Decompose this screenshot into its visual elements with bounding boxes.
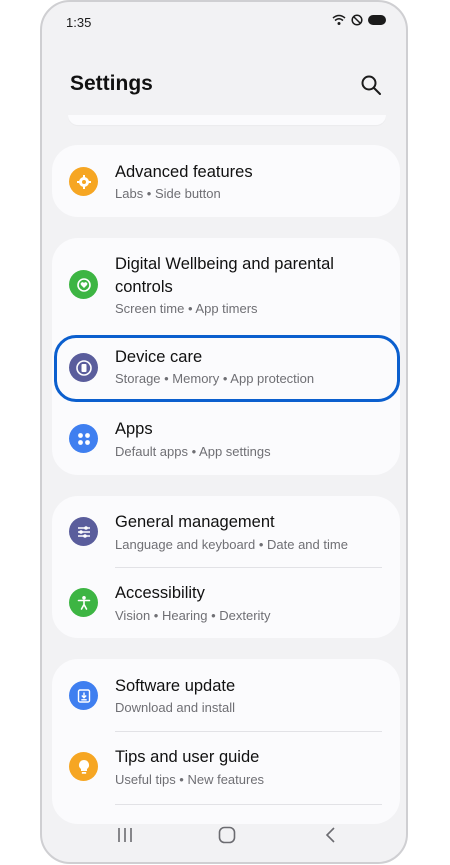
- sliders-icon: [69, 517, 98, 546]
- wifi-icon: [332, 14, 346, 25]
- item-title: Digital Wellbeing and parental controls: [115, 255, 334, 296]
- item-title: Apps: [115, 420, 153, 438]
- settings-item-accessibility[interactable]: Accessibility Vision • Hearing • Dexteri…: [52, 568, 400, 638]
- item-subtitle: Vision • Hearing • Dexterity: [115, 608, 271, 623]
- accessibility-icon: [69, 588, 98, 617]
- settings-item-tips[interactable]: Tips and user guide Useful tips • New fe…: [52, 732, 400, 804]
- page-title: Settings: [70, 72, 153, 95]
- navigation-bar: [42, 812, 406, 862]
- scrolled-card-edge: [68, 115, 386, 125]
- divider: [115, 804, 382, 805]
- item-subtitle: Download and install: [115, 700, 235, 715]
- device-care-highlight: [54, 335, 400, 402]
- settings-item-digital-wellbeing[interactable]: Digital Wellbeing and parental controls …: [52, 238, 400, 332]
- recent-apps-icon[interactable]: [116, 826, 134, 844]
- item-subtitle: Labs • Side button: [115, 186, 221, 201]
- item-subtitle: Useful tips • New features: [115, 772, 265, 787]
- settings-card: General management Language and keyboard…: [52, 496, 400, 638]
- status-icons: [332, 14, 386, 26]
- gear-plus-icon: [69, 167, 98, 196]
- settings-item-software-update[interactable]: Software update Download and install: [52, 659, 400, 731]
- search-icon[interactable]: [360, 74, 382, 96]
- battery-icon: [368, 15, 386, 25]
- download-icon: [69, 681, 98, 710]
- item-subtitle: Default apps • App settings: [115, 444, 271, 459]
- settings-card: Advanced features Labs • Side button: [52, 145, 400, 217]
- settings-item-advanced-features[interactable]: Advanced features Labs • Side button: [52, 145, 400, 217]
- item-title: General management: [115, 513, 275, 531]
- settings-card: Software update Download and install Tip…: [52, 659, 400, 824]
- item-title: Accessibility: [115, 584, 205, 602]
- item-subtitle: Screen time • App timers: [115, 301, 258, 316]
- item-title: Tips and user guide: [115, 748, 260, 766]
- item-title: Software update: [115, 677, 236, 695]
- back-icon[interactable]: [322, 826, 340, 844]
- home-icon[interactable]: [218, 826, 236, 844]
- phone-frame: 1:35 Settings Advanced features Labs • S…: [40, 0, 408, 864]
- settings-item-general-management[interactable]: General management Language and keyboard…: [52, 496, 400, 567]
- apps-grid-icon: [69, 424, 98, 453]
- settings-item-apps[interactable]: Apps Default apps • App settings: [52, 404, 400, 475]
- heart-circle-icon: [69, 270, 98, 299]
- status-time: 1:35: [66, 15, 92, 30]
- item-subtitle: Language and keyboard • Date and time: [115, 537, 348, 552]
- item-title: Advanced features: [115, 163, 253, 181]
- do-not-disturb-icon: [351, 14, 363, 26]
- lightbulb-icon: [69, 752, 98, 781]
